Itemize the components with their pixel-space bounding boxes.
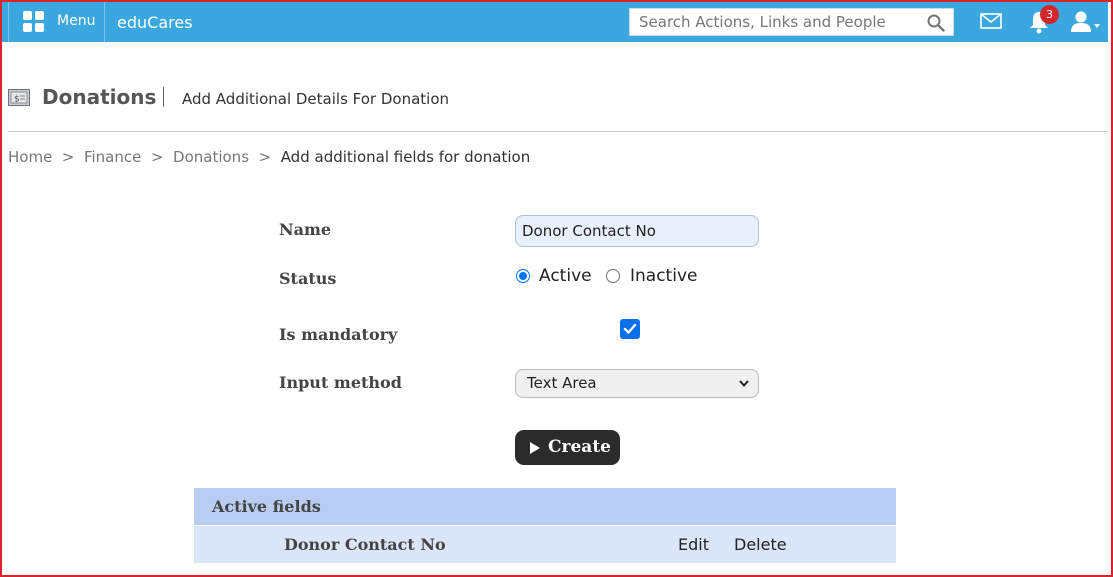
create-button-label: Create bbox=[548, 437, 611, 457]
breadcrumb-separator: > bbox=[253, 148, 276, 166]
search-input[interactable] bbox=[630, 9, 920, 35]
breadcrumb-home[interactable]: Home bbox=[8, 148, 52, 166]
input-method-select[interactable]: Text Area bbox=[515, 369, 759, 398]
search-icon[interactable] bbox=[927, 14, 945, 32]
delete-link[interactable]: Delete bbox=[734, 535, 787, 554]
status-active-radio[interactable] bbox=[516, 269, 530, 283]
grid-menu-icon bbox=[23, 11, 45, 33]
chevron-down-icon bbox=[739, 380, 749, 387]
breadcrumb: Home > Finance > Donations > Add additio… bbox=[8, 148, 530, 166]
input-method-label: Input method bbox=[279, 373, 402, 392]
page-title: Donations bbox=[42, 85, 157, 109]
user-icon[interactable] bbox=[1070, 10, 1102, 34]
breadcrumb-separator: > bbox=[146, 148, 169, 166]
title-divider bbox=[163, 87, 164, 107]
breadcrumb-donations[interactable]: Donations bbox=[173, 148, 249, 166]
global-search bbox=[629, 8, 954, 36]
breadcrumb-finance[interactable]: Finance bbox=[84, 148, 141, 166]
table-row: Donor Contact No Edit Delete bbox=[194, 526, 896, 563]
app-name-link[interactable]: eduCares bbox=[117, 13, 193, 32]
menu-button[interactable]: Menu bbox=[8, 2, 105, 42]
input-method-value: Text Area bbox=[527, 374, 597, 392]
top-navbar: Menu eduCares 3 bbox=[2, 2, 1108, 42]
status-inactive-radio[interactable] bbox=[606, 269, 620, 283]
play-icon bbox=[530, 442, 540, 454]
header-divider bbox=[8, 131, 1108, 132]
mandatory-checkbox[interactable] bbox=[620, 319, 640, 339]
field-name: Donor Contact No bbox=[284, 535, 446, 554]
name-field[interactable] bbox=[515, 215, 759, 247]
mandatory-label: Is mandatory bbox=[279, 325, 398, 344]
active-fields-title: Active fields bbox=[212, 497, 321, 516]
active-fields-header: Active fields bbox=[194, 488, 896, 525]
edit-link[interactable]: Edit bbox=[678, 535, 709, 554]
status-label: Status bbox=[279, 269, 337, 288]
breadcrumb-current: Add additional fields for donation bbox=[280, 148, 531, 166]
name-label: Name bbox=[279, 220, 332, 239]
money-icon: $ bbox=[8, 89, 30, 106]
notification-badge: 3 bbox=[1040, 5, 1059, 24]
page-subtitle: Add Additional Details For Donation bbox=[182, 90, 450, 108]
status-active-label: Active bbox=[539, 266, 592, 286]
status-inactive-label: Inactive bbox=[630, 266, 698, 286]
svg-text:$: $ bbox=[14, 95, 20, 105]
menu-label: Menu bbox=[57, 13, 96, 29]
create-button[interactable]: Create bbox=[515, 430, 620, 465]
breadcrumb-separator: > bbox=[57, 148, 80, 166]
mail-icon[interactable] bbox=[980, 13, 1002, 29]
checkmark-icon bbox=[623, 323, 637, 334]
